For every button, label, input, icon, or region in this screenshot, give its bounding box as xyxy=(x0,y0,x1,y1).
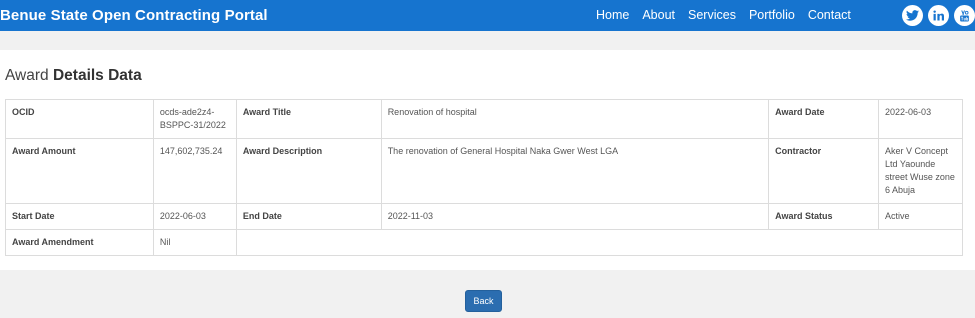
linkedin-icon[interactable] xyxy=(928,5,949,26)
nav-about[interactable]: About xyxy=(642,8,675,22)
nav-services[interactable]: Services xyxy=(688,8,736,22)
empty-cell xyxy=(235,229,964,256)
page-title: Award Details Data xyxy=(5,67,142,85)
header-spacer xyxy=(0,31,975,50)
table-row: OCID ocds-ade2z4-BSPPC-31/2022 Award Tit… xyxy=(5,99,963,139)
page-title-light: Award xyxy=(5,67,49,84)
award-status-value: Active xyxy=(878,203,963,230)
award-description-label: Award Description xyxy=(235,138,382,204)
start-date-label: Start Date xyxy=(5,203,154,230)
award-title-value: Renovation of hospital xyxy=(380,99,770,139)
start-date-value: 2022-06-03 xyxy=(152,203,237,230)
award-amount-label: Award Amount xyxy=(5,138,154,204)
award-date-label: Award Date xyxy=(768,99,880,139)
award-description-value: The renovation of General Hospital Naka … xyxy=(380,138,770,204)
contractor-label: Contractor xyxy=(768,138,880,204)
table-row: Award Amount 147,602,735.24 Award Descri… xyxy=(5,138,963,204)
nav-portfolio[interactable]: Portfolio xyxy=(749,8,795,22)
award-status-label: Award Status xyxy=(768,203,880,230)
nav-contact[interactable]: Contact xyxy=(808,8,851,22)
twitter-icon[interactable] xyxy=(902,5,923,26)
end-date-value: 2022-11-03 xyxy=(380,203,770,230)
award-amendment-label: Award Amendment xyxy=(5,229,154,256)
main-nav: Home About Services Portfolio Contact xyxy=(596,8,864,22)
award-details-table: OCID ocds-ade2z4-BSPPC-31/2022 Award Tit… xyxy=(5,99,964,256)
details-panel: Award Details Data OCID ocds-ade2z4-BSPP… xyxy=(0,50,975,270)
table-row: Start Date 2022-06-03 End Date 2022-11-0… xyxy=(5,203,963,230)
award-date-value: 2022-06-03 xyxy=(878,99,963,139)
award-title-label: Award Title xyxy=(235,99,382,139)
ocid-label: OCID xyxy=(5,99,154,139)
award-amount-value: 147,602,735.24 xyxy=(152,138,237,204)
back-button[interactable]: Back xyxy=(465,290,502,312)
social-links xyxy=(897,5,975,26)
nav-home[interactable]: Home xyxy=(596,8,629,22)
award-amendment-value: Nil xyxy=(152,229,237,256)
end-date-label: End Date xyxy=(235,203,382,230)
footer-area: Back xyxy=(0,270,975,318)
site-brand[interactable]: Benue State Open Contracting Portal xyxy=(0,7,268,24)
top-navbar: Benue State Open Contracting Portal Home… xyxy=(0,0,975,31)
contractor-value: Aker V Concept Ltd Yaounde street Wuse z… xyxy=(878,138,963,204)
youtube-icon[interactable] xyxy=(954,5,975,26)
page-title-bold: Details Data xyxy=(52,67,142,84)
ocid-value: ocds-ade2z4-BSPPC-31/2022 xyxy=(152,99,237,139)
table-row: Award Amendment Nil xyxy=(5,229,964,256)
